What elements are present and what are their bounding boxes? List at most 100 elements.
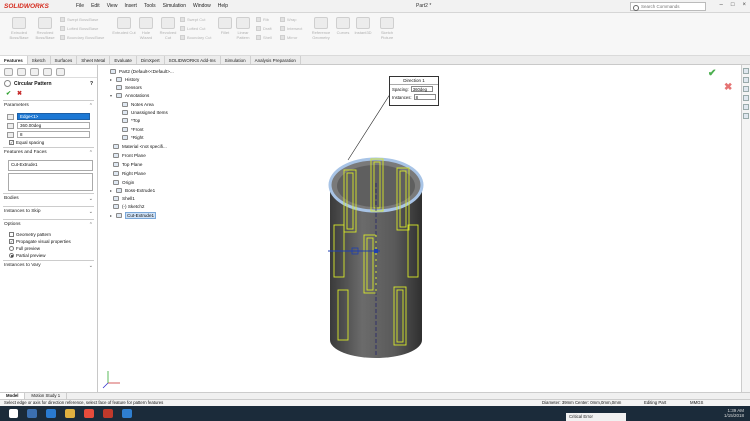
menu-tools[interactable]: Tools bbox=[144, 3, 156, 9]
callout-spacing-field[interactable]: 360deg bbox=[410, 86, 433, 92]
instant3d-button[interactable]: Instant3D bbox=[352, 17, 374, 36]
feature-manager-icon[interactable] bbox=[4, 68, 13, 76]
shell-button[interactable]: Shell bbox=[256, 35, 272, 40]
tree-sketch2[interactable]: (-) Sketch2 bbox=[113, 204, 144, 209]
full-preview-radio[interactable]: Full preview bbox=[9, 246, 88, 251]
tree-top-plane[interactable]: Top Plane bbox=[113, 162, 142, 167]
property-manager-icon[interactable] bbox=[17, 68, 26, 76]
wrap-button[interactable]: Wrap bbox=[280, 17, 296, 22]
lofted-boss-button[interactable]: Lofted Boss/Base bbox=[60, 26, 98, 31]
callout-instances-field[interactable]: 8 bbox=[413, 94, 436, 100]
vary-header[interactable]: Instances to Vary ⌄ bbox=[3, 261, 94, 271]
app-icon[interactable] bbox=[122, 409, 132, 418]
parameters-header[interactable]: Parameters ⌃ bbox=[3, 101, 94, 111]
menu-window[interactable]: Window bbox=[193, 3, 211, 9]
tree-front-plane[interactable]: Front Plane bbox=[113, 153, 146, 158]
confirm-check-icon[interactable]: ✔ bbox=[708, 68, 716, 79]
file-explorer-icon[interactable] bbox=[65, 409, 75, 418]
menu-insert[interactable]: Insert bbox=[124, 3, 137, 9]
search-icon[interactable] bbox=[27, 409, 37, 418]
tree-root[interactable]: Part2 (Default<<Default>... bbox=[110, 69, 174, 74]
tree-unassigned[interactable]: Unassigned Items bbox=[122, 110, 168, 115]
minimize-icon[interactable]: – bbox=[720, 2, 723, 8]
tab-surfaces[interactable]: Surfaces bbox=[51, 56, 78, 64]
dimxpert-icon[interactable] bbox=[43, 68, 52, 76]
menu-simulation[interactable]: Simulation bbox=[163, 3, 186, 9]
menu-file[interactable]: File bbox=[76, 3, 84, 9]
display-manager-icon[interactable] bbox=[56, 68, 65, 76]
system-clock[interactable]: 1:39 AM 1/15/2018 bbox=[724, 408, 744, 418]
library-icon[interactable] bbox=[743, 86, 749, 92]
search-input[interactable]: Search Commands bbox=[630, 2, 706, 11]
curves-button[interactable]: Curves bbox=[334, 17, 352, 36]
chrome-icon[interactable] bbox=[84, 409, 94, 418]
geometry-pattern-checkbox[interactable]: Geometry pattern bbox=[9, 232, 88, 237]
options-header[interactable]: Options ⌃ bbox=[3, 220, 94, 230]
lofted-cut-button[interactable]: Lofted Cut bbox=[180, 26, 205, 31]
maximize-icon[interactable]: □ bbox=[731, 2, 735, 8]
skip-header[interactable]: Instances to Skip ⌄ bbox=[3, 207, 94, 217]
extruded-boss-button[interactable]: Extruded Boss/Base bbox=[6, 17, 32, 40]
solidworks-taskbar-icon[interactable] bbox=[103, 409, 113, 418]
windows-start-icon[interactable] bbox=[9, 409, 18, 418]
app-logo[interactable]: SOLIDWORKS bbox=[0, 3, 66, 10]
rib-button[interactable]: Rib bbox=[256, 17, 269, 22]
revolved-boss-button[interactable]: Revolved Boss/Base bbox=[32, 17, 58, 40]
intersect-button[interactable]: Intersect bbox=[280, 26, 302, 31]
swept-cut-button[interactable]: Swept Cut bbox=[180, 17, 205, 22]
explorer-icon[interactable] bbox=[743, 95, 749, 101]
axis-field[interactable]: Edge<1> bbox=[16, 113, 90, 120]
extruded-cut-button[interactable]: Extruded Cut bbox=[112, 17, 136, 36]
tab-features[interactable]: Features bbox=[0, 56, 28, 64]
menu-help[interactable]: Help bbox=[218, 3, 228, 9]
tab-sketch[interactable]: Sketch bbox=[28, 56, 51, 64]
draft-button[interactable]: Draft bbox=[256, 26, 272, 31]
equal-spacing-checkbox[interactable]: ✓ Equal spacing bbox=[9, 140, 88, 145]
configuration-icon[interactable] bbox=[30, 68, 39, 76]
appearance-icon[interactable] bbox=[743, 113, 749, 119]
graphics-area[interactable] bbox=[98, 65, 738, 392]
tab-sheet-metal[interactable]: Sheet Metal bbox=[77, 56, 111, 64]
features-list[interactable]: Cut-Extrude1 bbox=[8, 160, 93, 171]
tree-notes-area[interactable]: Notes Area bbox=[122, 102, 154, 107]
edge-browser-icon[interactable] bbox=[46, 409, 56, 418]
cancel-button[interactable]: ✖ bbox=[17, 90, 22, 97]
instances-field[interactable]: 8 bbox=[16, 131, 90, 138]
features-faces-header[interactable]: Features and Faces ⌃ bbox=[3, 148, 94, 158]
menu-view[interactable]: View bbox=[107, 3, 118, 9]
reference-geometry-button[interactable]: Reference Geometry bbox=[308, 17, 334, 40]
sketch-picture-button[interactable]: Sketch Picture bbox=[376, 17, 398, 40]
tab-simulation[interactable]: Simulation bbox=[221, 56, 251, 64]
tree-annotations[interactable]: ▾ Annotations bbox=[110, 93, 149, 98]
direction-callout[interactable]: Direction 1 Spacing: 360deg Instances: 8 bbox=[389, 76, 439, 106]
boundary-boss-button[interactable]: Boundary Boss/Base bbox=[60, 35, 104, 40]
error-popup[interactable]: Critical Error bbox=[566, 413, 626, 421]
ok-button[interactable]: ✔ bbox=[6, 90, 11, 97]
angle-field[interactable]: 360.00deg bbox=[16, 122, 90, 129]
tree-front-view[interactable]: *Front bbox=[122, 127, 144, 132]
hole-wizard-button[interactable]: Hole Wizard bbox=[136, 17, 156, 40]
linear-pattern-button[interactable]: Linear Pattern bbox=[233, 17, 253, 40]
bodies-header[interactable]: Bodies ⌄ bbox=[3, 194, 94, 204]
cancel-x-icon[interactable]: ✖ bbox=[724, 82, 732, 93]
tree-top-view[interactable]: *Top bbox=[122, 118, 140, 123]
tree-cut-extrude[interactable]: ▸ Cut-Extrude1 bbox=[110, 212, 157, 219]
tree-shell[interactable]: Shell1 bbox=[113, 196, 135, 201]
fillet-button[interactable]: Fillet bbox=[218, 17, 232, 36]
tree-material[interactable]: Material <not specifi... bbox=[113, 144, 167, 149]
tree-sensors[interactable]: Sensors bbox=[110, 85, 142, 90]
tab-analysis-preparation[interactable]: Analysis Preparation bbox=[251, 56, 301, 64]
tree-origin[interactable]: Origin bbox=[113, 180, 134, 185]
help-icon[interactable]: ? bbox=[90, 81, 93, 87]
menu-edit[interactable]: Edit bbox=[91, 3, 100, 9]
palette-icon[interactable] bbox=[743, 104, 749, 110]
tree-history[interactable]: ▸ History bbox=[110, 77, 139, 82]
home-icon[interactable] bbox=[743, 68, 749, 74]
boundary-cut-button[interactable]: Boundary Cut bbox=[180, 35, 211, 40]
tab-dimxpert[interactable]: DimXpert bbox=[137, 56, 165, 64]
propagate-checkbox[interactable]: ✓ Propagate visual properties bbox=[9, 239, 88, 244]
tree-right-plane[interactable]: Right Plane bbox=[113, 171, 146, 176]
partial-preview-radio[interactable]: Partial preview bbox=[9, 253, 88, 258]
swept-boss-button[interactable]: Swept Boss/Base bbox=[60, 17, 98, 22]
tab-evaluate[interactable]: Evaluate bbox=[110, 56, 137, 64]
